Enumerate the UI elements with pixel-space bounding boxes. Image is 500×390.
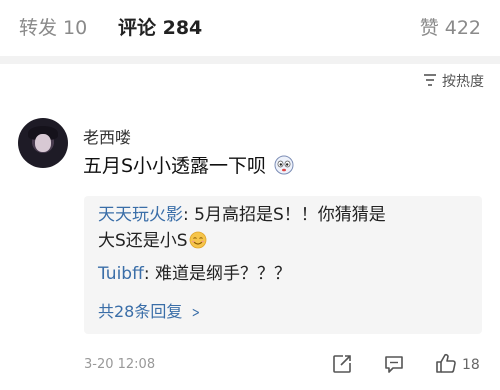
avatar-face bbox=[35, 134, 51, 152]
reply-item: 天天玩火影: 5月高招是S！！你猜猜是 bbox=[98, 202, 386, 228]
reply-text: : 5月高招是S！！你猜猜是 bbox=[183, 205, 386, 225]
reply-item: Tuibff: 难道是纲手？？？ bbox=[98, 261, 291, 287]
thumbs-up-icon[interactable] bbox=[434, 352, 458, 376]
comment-text: 五月S小小透露一下呗 bbox=[83, 153, 294, 179]
reply-text: 大S还是小S bbox=[98, 231, 188, 251]
comment-timestamp: 3-20 12:08 bbox=[84, 357, 156, 372]
tab-like-label: 赞 422 bbox=[419, 17, 481, 39]
comment-icon[interactable] bbox=[382, 352, 406, 376]
sort-lines-icon bbox=[424, 74, 436, 86]
reply-author[interactable]: Tuibff bbox=[98, 264, 144, 284]
comment-text-body: 五月S小小透露一下呗 bbox=[83, 155, 267, 177]
comment-username[interactable]: 老西喽 bbox=[83, 128, 131, 148]
tab-repost[interactable]: 转发 10 bbox=[19, 14, 87, 42]
avatar[interactable] bbox=[18, 118, 68, 168]
chevron-right-icon: > bbox=[192, 305, 201, 321]
tab-like[interactable]: 赞 422 bbox=[420, 14, 481, 42]
tab-repost-label: 转发 10 bbox=[19, 17, 88, 39]
reply-author[interactable]: 天天玩火影 bbox=[98, 205, 183, 225]
section-divider bbox=[0, 56, 500, 64]
sort-label: 按热度 bbox=[442, 74, 484, 90]
share-icon[interactable] bbox=[330, 352, 354, 376]
reply-item-continued: 大S还是小S bbox=[98, 228, 207, 254]
comment-tabs: 转发 10 评论 284 赞 422 bbox=[0, 0, 500, 56]
smile-emoji-icon bbox=[189, 231, 206, 249]
like-count: 18 bbox=[462, 357, 480, 373]
reply-preview-box[interactable]: 天天玩火影: 5月高招是S！！你猜猜是 大S还是小S Tuibff: 难道是纲手… bbox=[84, 196, 482, 334]
reply-text: : 难道是纲手？？？ bbox=[143, 264, 291, 284]
view-all-replies-link[interactable]: 共28条回复 > bbox=[98, 300, 202, 325]
sort-by-hot-button[interactable]: 按热度 bbox=[423, 72, 484, 92]
more-replies-label: 共28条回复 bbox=[98, 302, 183, 321]
face-emoji-icon bbox=[274, 155, 294, 175]
tab-comment[interactable]: 评论 284 bbox=[118, 14, 202, 42]
tab-comment-label: 评论 284 bbox=[118, 17, 203, 39]
